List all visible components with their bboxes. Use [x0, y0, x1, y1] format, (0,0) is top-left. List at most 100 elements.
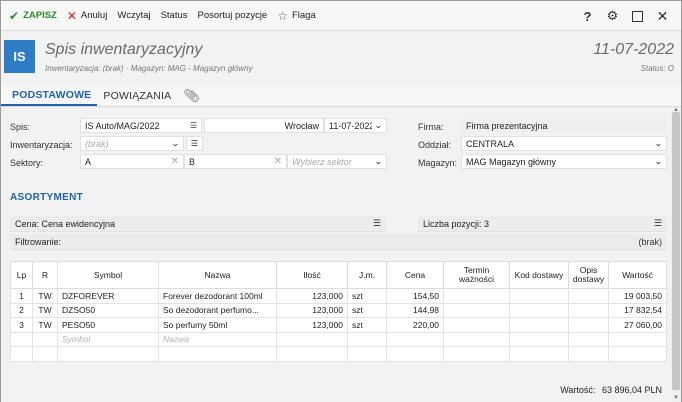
- cell-symbol[interactable]: DZSO50: [57, 302, 159, 318]
- cell-ilosc[interactable]: 123,000: [276, 317, 348, 333]
- magazyn-select[interactable]: MAG Magazyn główny ⌄: [461, 154, 667, 169]
- help-icon[interactable]: ?: [575, 1, 600, 31]
- menu-icon[interactable]: ☰: [373, 218, 381, 229]
- cell-ilosc[interactable]: 123,000: [276, 302, 348, 318]
- column-header[interactable]: R: [32, 261, 58, 289]
- cell-termin[interactable]: [443, 317, 510, 333]
- close-icon: ✕: [66, 8, 77, 23]
- clear-icon[interactable]: ✕: [274, 156, 282, 167]
- gear-icon[interactable]: ⚙: [600, 1, 625, 31]
- cell-lp: 1: [10, 288, 33, 304]
- cell-kod[interactable]: [509, 302, 569, 318]
- date-field[interactable]: 11-07-2022 ⌄: [324, 118, 387, 133]
- cell-kod[interactable]: [509, 317, 569, 333]
- cell-nazwa[interactable]: So perfumy 50ml: [158, 317, 277, 333]
- column-header[interactable]: Lp: [10, 261, 33, 289]
- empty-cell: [32, 331, 58, 347]
- tab-powiazania[interactable]: POWIĄZANIA: [97, 85, 177, 106]
- clear-icon[interactable]: ✕: [171, 156, 179, 167]
- flag-button[interactable]: ☆ Flaga: [272, 1, 321, 31]
- empty-cell: [509, 331, 569, 347]
- cell-cena[interactable]: 144,98: [386, 302, 444, 318]
- cell-termin[interactable]: [443, 302, 510, 318]
- cell-termin[interactable]: [443, 288, 510, 304]
- new-item-row[interactable]: Symbol Nazwa: [10, 331, 667, 347]
- cell-symbol[interactable]: DZFOREVER: [57, 288, 159, 304]
- filter-bar[interactable]: Filtrowanie: (brak): [10, 234, 667, 250]
- cell-opis[interactable]: [568, 302, 609, 318]
- cell-cena[interactable]: 220,00: [386, 317, 444, 333]
- cell-opis[interactable]: [568, 288, 609, 304]
- chevron-down-icon[interactable]: ⌄: [374, 121, 383, 130]
- cell-r: TW: [32, 317, 58, 333]
- chevron-down-icon[interactable]: ⌄: [654, 157, 663, 166]
- column-header[interactable]: J.m.: [347, 261, 387, 289]
- filter-label: Filtrowanie:: [15, 236, 62, 247]
- cell-ilosc[interactable]: 123,000: [276, 288, 348, 304]
- column-header[interactable]: Symbol: [57, 261, 159, 289]
- cancel-button[interactable]: ✕ Anuluj: [62, 1, 112, 31]
- column-header[interactable]: Opis dostawy: [568, 261, 609, 289]
- new-nazwa-input[interactable]: Nazwa: [158, 331, 277, 347]
- empty-cell: [347, 331, 387, 347]
- paperclip-icon[interactable]: 📎︎: [177, 85, 206, 106]
- cancel-label: Anuluj: [80, 10, 108, 21]
- scrollbar-thumb[interactable]: [672, 112, 680, 390]
- status-label: Status: [160, 10, 188, 21]
- load-label: Wczytaj: [117, 10, 151, 21]
- load-button[interactable]: Wczytaj: [112, 1, 155, 31]
- place-field[interactable]: Wrocław: [204, 118, 324, 133]
- column-header[interactable]: Termin ważności: [443, 261, 510, 289]
- spis-number-field[interactable]: IS Auto/MAG/2022 ☰: [80, 118, 202, 133]
- chevron-down-icon[interactable]: ⌄: [654, 139, 663, 148]
- column-header[interactable]: Kod dostawy: [509, 261, 569, 289]
- magazyn-value: MAG Magazyn główny: [466, 156, 557, 167]
- column-header[interactable]: Nazwa: [158, 261, 277, 289]
- column-header[interactable]: Cena: [386, 261, 444, 289]
- close-window-icon[interactable]: ✕: [650, 1, 675, 31]
- save-button[interactable]: ✔ ZAPISZ: [1, 1, 62, 31]
- inwentaryzacja-select[interactable]: (brak) ⌄: [80, 136, 184, 151]
- sektor-select[interactable]: Wybierz sektor ⌄: [287, 154, 387, 169]
- sort-items-button[interactable]: Posortuj pozycje: [193, 1, 273, 31]
- price-type-bar[interactable]: Cena: Cena ewidencyjna ☰: [10, 216, 386, 232]
- menu-icon[interactable]: ☰: [654, 218, 662, 229]
- chevron-down-icon[interactable]: ⌄: [171, 139, 180, 148]
- maximize-icon[interactable]: [625, 1, 650, 31]
- table-row[interactable]: 3 TW PESO50 So perfumy 50ml 123,000 szt …: [10, 317, 667, 333]
- inwentaryzacja-menu-button[interactable]: ☰: [186, 136, 203, 151]
- table-row[interactable]: 2 TW DZSO50 So dezodorant perfumo... 123…: [10, 302, 667, 318]
- menu-icon[interactable]: ☰: [190, 121, 197, 130]
- cell-nazwa[interactable]: So dezodorant perfumo...: [158, 302, 277, 318]
- cell-kod[interactable]: [509, 288, 569, 304]
- scroll-down-icon[interactable]: ▼: [673, 395, 679, 401]
- chevron-down-icon[interactable]: ⌄: [374, 157, 383, 166]
- document-date: 11-07-2022: [593, 41, 674, 58]
- empty-cell: [276, 331, 348, 347]
- oddzial-label: Oddział:: [418, 140, 452, 150]
- cell-jm[interactable]: szt: [347, 302, 387, 318]
- window: ✔ ZAPISZ ✕ Anuluj Wczytaj Status Posortu…: [0, 0, 682, 402]
- vertical-scrollbar[interactable]: ▲ ▼: [671, 107, 681, 402]
- sektor-b-chip[interactable]: B ✕: [184, 154, 287, 169]
- item-count-bar[interactable]: Liczba pozycji: 3 ☰: [418, 216, 667, 232]
- sektor-a-value: A: [85, 156, 92, 167]
- cell-jm[interactable]: szt: [347, 288, 387, 304]
- spis-label: Spis:: [10, 122, 31, 132]
- table-row[interactable]: 1 TW DZFOREVER Forever dezodorant 100ml …: [10, 288, 667, 304]
- sektor-a-chip[interactable]: A ✕: [80, 154, 184, 169]
- menu-icon: ☰: [190, 139, 199, 148]
- column-header[interactable]: Wartość: [608, 261, 667, 289]
- tab-podstawowe[interactable]: PODSTAWOWE: [1, 85, 98, 106]
- cell-symbol[interactable]: PESO50: [57, 317, 159, 333]
- cell-jm[interactable]: szt: [347, 317, 387, 333]
- cell-nazwa[interactable]: Forever dezodorant 100ml: [158, 288, 277, 304]
- cell-opis[interactable]: [568, 317, 609, 333]
- empty-cell: [57, 346, 159, 362]
- cell-cena[interactable]: 154,50: [386, 288, 444, 304]
- cell-wartosc: 17 832,54: [608, 302, 667, 318]
- status-button[interactable]: Status: [156, 1, 193, 31]
- column-header[interactable]: Ilość: [276, 261, 348, 289]
- new-symbol-input[interactable]: Symbol: [57, 331, 159, 347]
- oddzial-select[interactable]: CENTRALA ⌄: [461, 136, 667, 151]
